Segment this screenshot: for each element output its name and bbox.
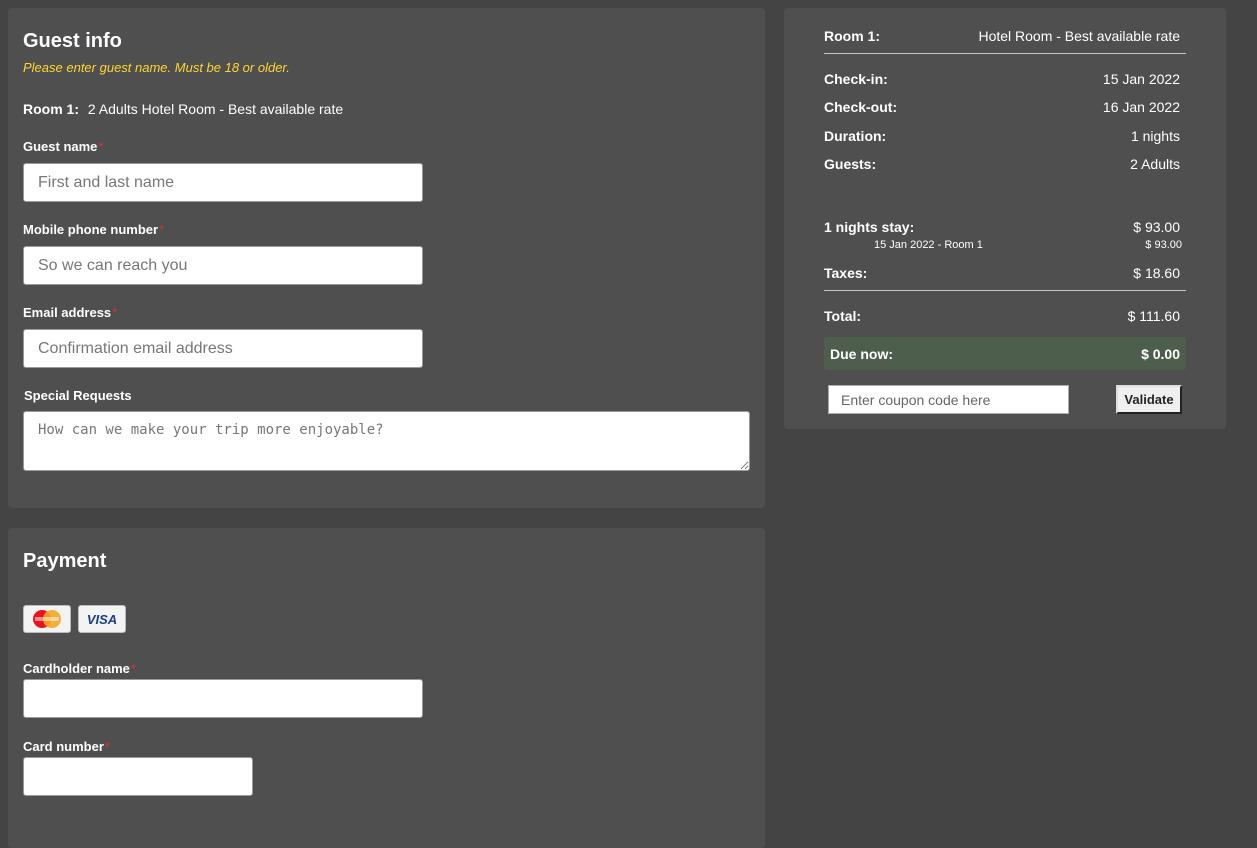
mastercard-icon	[23, 605, 71, 633]
taxes-row: Taxes: $ 18.60	[824, 265, 1180, 281]
coupon-input[interactable]	[828, 385, 1069, 414]
payment-title: Payment	[23, 550, 107, 572]
email-label-text: Email address	[23, 305, 112, 320]
guest-info-title: Guest info	[23, 30, 122, 52]
card-number-label-text: Card number	[23, 739, 104, 754]
booking-summary-panel: Room 1: Hotel Room - Best available rate…	[784, 8, 1226, 429]
stay-value: $ 93.00	[1133, 219, 1180, 235]
due-now-label: Due now:	[830, 345, 893, 362]
total-label: Total:	[824, 308, 862, 324]
guest-info-hint: Please enter guest name. Must be 18 or o…	[23, 60, 290, 75]
taxes-value: $ 18.60	[1133, 265, 1180, 281]
payment-panel: Payment VISA Cardholder name* Card numbe…	[8, 528, 765, 848]
summary-divider	[824, 53, 1186, 54]
required-mark: *	[112, 305, 118, 320]
due-now-row: Due now: $ 0.00	[824, 337, 1186, 370]
stay-detail-row: 15 Jan 2022 - Room 1 $ 93.00	[874, 239, 1182, 251]
email-input[interactable]	[23, 329, 423, 368]
required-mark: *	[130, 661, 136, 676]
phone-input[interactable]	[23, 246, 423, 285]
phone-label-text: Mobile phone number	[23, 222, 159, 237]
guest-name-label-text: Guest name	[23, 139, 98, 154]
duration-row: Duration: 1 nights	[824, 128, 1180, 144]
total-row: Total: $ 111.60	[824, 308, 1180, 324]
card-number-label: Card number*	[23, 739, 110, 754]
guest-name-label: Guest name*	[23, 139, 103, 154]
validate-button[interactable]: Validate	[1116, 385, 1182, 414]
checkin-label: Check-in:	[824, 71, 888, 87]
required-mark: *	[159, 222, 165, 237]
stay-detail-value: $ 93.00	[1145, 239, 1182, 251]
checkout-value: 16 Jan 2022	[1102, 99, 1180, 115]
phone-label: Mobile phone number*	[23, 222, 164, 237]
required-mark: *	[104, 739, 110, 754]
room-value: 2 Adults Hotel Room - Best available rat…	[87, 101, 344, 117]
visa-text: VISA	[86, 611, 118, 627]
summary-divider	[824, 290, 1186, 291]
card-number-input[interactable]	[23, 757, 253, 796]
checkout-row: Check-out: 16 Jan 2022	[824, 99, 1180, 115]
summary-room-value: Hotel Room - Best available rate	[978, 28, 1180, 44]
special-requests-label: Special Requests	[24, 388, 132, 403]
required-mark: *	[98, 139, 104, 154]
room-label: Room 1:	[23, 101, 79, 117]
cardholder-label: Cardholder name*	[23, 661, 136, 676]
due-now-value: $ 0.00	[1141, 345, 1180, 362]
summary-room-label: Room 1:	[824, 28, 880, 44]
guest-info-panel: Guest info Please enter guest name. Must…	[8, 8, 765, 508]
stay-row: 1 nights stay: $ 93.00	[824, 219, 1180, 235]
guests-value: 2 Adults	[1130, 156, 1180, 172]
checkin-value: 15 Jan 2022	[1102, 71, 1180, 87]
email-label: Email address*	[23, 305, 117, 320]
special-requests-textarea[interactable]	[23, 411, 750, 471]
duration-label: Duration:	[824, 128, 887, 144]
summary-room-row: Room 1: Hotel Room - Best available rate	[824, 28, 1180, 44]
guest-name-input[interactable]	[23, 163, 423, 202]
visa-icon: VISA	[78, 605, 126, 633]
room-line: Room 1: 2 Adults Hotel Room - Best avail…	[23, 101, 343, 117]
checkin-row: Check-in: 15 Jan 2022	[824, 71, 1180, 87]
checkout-label: Check-out:	[824, 99, 898, 115]
guests-row: Guests: 2 Adults	[824, 156, 1180, 172]
taxes-label: Taxes:	[824, 265, 868, 281]
duration-value: 1 nights	[1130, 128, 1180, 144]
guests-label: Guests:	[824, 156, 877, 172]
stay-detail-label: 15 Jan 2022 - Room 1	[874, 239, 983, 251]
cardholder-label-text: Cardholder name	[23, 661, 130, 676]
stay-label: 1 nights stay:	[824, 219, 915, 235]
total-value: $ 111.60	[1127, 308, 1180, 324]
mastercard-logo-svg	[33, 610, 61, 628]
cardholder-input[interactable]	[23, 679, 423, 718]
